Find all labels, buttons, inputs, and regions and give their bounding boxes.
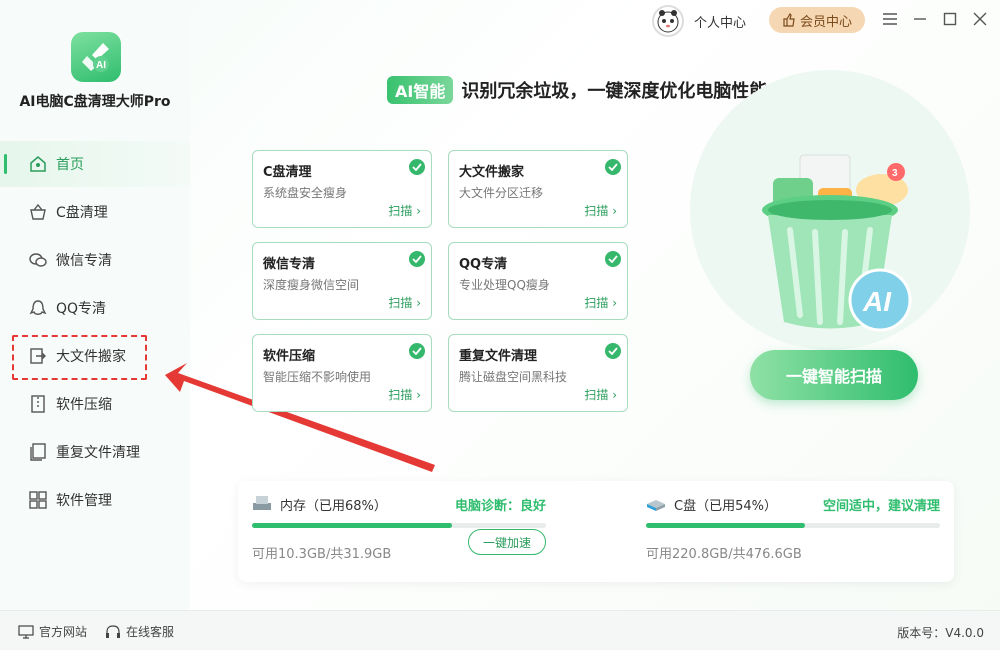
- card-desc: 智能压缩不影响使用: [263, 370, 372, 384]
- disk-free: 可用220.8GB/共476.6GB: [646, 547, 802, 562]
- version-label: 版本号：V4.0.0: [897, 626, 984, 640]
- memory-status: 电脑诊断：良好: [454, 499, 546, 514]
- check-icon: [409, 159, 425, 175]
- ai-tag: AI智能: [387, 76, 454, 104]
- card-scan-link[interactable]: 扫描 ›: [584, 386, 617, 403]
- check-icon: [605, 251, 621, 267]
- card-scan-link[interactable]: 扫描 ›: [388, 294, 421, 311]
- official-site-link[interactable]: 官方网站: [18, 623, 87, 640]
- card-desc: 系统盘安全瘦身: [263, 186, 348, 200]
- card-scan-link[interactable]: 扫描 ›: [388, 202, 421, 219]
- monitor-icon: [18, 624, 34, 639]
- card-title: QQ专清: [459, 257, 508, 272]
- card-desc: 大文件分区迁移: [459, 186, 544, 200]
- feature-card-c-drive[interactable]: C盘清理 系统盘安全瘦身 扫描 ›: [252, 150, 432, 228]
- check-icon: [605, 343, 621, 359]
- smart-scan-button[interactable]: 一键智能扫描: [750, 350, 918, 400]
- memory-free: 可用10.3GB/共31.9GB: [252, 547, 392, 562]
- card-title: 重复文件清理: [459, 349, 538, 364]
- official-site-label: 官方网站: [39, 625, 88, 639]
- feature-card-duplicate[interactable]: 重复文件清理 腾让磁盘空间黑科技 扫描 ›: [448, 334, 628, 412]
- card-scan-link[interactable]: 扫描 ›: [584, 294, 617, 311]
- menu-icon[interactable]: [880, 9, 900, 29]
- card-title: 微信专清: [263, 257, 316, 272]
- ai-badge: AI: [862, 286, 892, 317]
- card-title: 大文件搬家: [459, 165, 525, 180]
- card-scan-link[interactable]: 扫描 ›: [388, 386, 421, 403]
- card-title: C盘清理: [263, 165, 312, 180]
- online-support-link[interactable]: 在线客服: [105, 623, 174, 640]
- speed-up-button[interactable]: 一键加速: [468, 529, 546, 555]
- disk-icon: [647, 500, 665, 511]
- card-title: 软件压缩: [263, 349, 316, 364]
- notif-count: 3: [892, 168, 898, 179]
- card-desc: 腾让磁盘空间黑科技: [459, 370, 568, 384]
- card-desc: 深度瘦身微信空间: [263, 278, 360, 292]
- trash-can-illustration: 3 AI: [690, 70, 970, 350]
- memory-progress-fill: [252, 523, 452, 528]
- disk-status: 空间适中，建议清理: [822, 499, 940, 514]
- memory-label: 内存（已用68%）: [280, 499, 387, 514]
- check-icon: [605, 159, 621, 175]
- memory-progress: [252, 523, 546, 528]
- user-center-link[interactable]: 个人中心: [694, 12, 746, 31]
- check-icon: [409, 343, 425, 359]
- maximize-icon[interactable]: [940, 9, 960, 29]
- minimize-icon[interactable]: [910, 9, 930, 29]
- disk-progress-fill: [646, 523, 805, 528]
- feature-card-qq[interactable]: QQ专清 专业处理QQ瘦身 扫描 ›: [448, 242, 628, 320]
- vip-center-button[interactable]: 会员中心: [769, 7, 865, 33]
- feature-card-compress[interactable]: 软件压缩 智能压缩不影响使用 扫描 ›: [252, 334, 432, 412]
- feature-card-large-file[interactable]: 大文件搬家 大文件分区迁移 扫描 ›: [448, 150, 628, 228]
- footer: 官方网站 在线客服 版本号：V4.0.0: [0, 610, 1000, 650]
- check-icon: [409, 251, 425, 267]
- close-icon[interactable]: [970, 9, 990, 29]
- avatar[interactable]: [652, 5, 684, 37]
- vip-label: 会员中心: [799, 14, 852, 30]
- card-desc: 专业处理QQ瘦身: [459, 278, 550, 292]
- resource-panel: 内存（已用68%） 电脑诊断：良好 可用10.3GB/共31.9GB 一键加速 …: [238, 481, 954, 582]
- memory-icon: [253, 496, 271, 510]
- card-scan-link[interactable]: 扫描 ›: [584, 202, 617, 219]
- feature-card-wechat[interactable]: 微信专清 深度瘦身微信空间 扫描 ›: [252, 242, 432, 320]
- disk-progress: [646, 523, 940, 528]
- thumb-icon: [783, 13, 795, 27]
- headset-icon: [106, 624, 120, 638]
- disk-label: C盘（已用54%）: [674, 499, 777, 514]
- online-support-label: 在线客服: [126, 625, 175, 639]
